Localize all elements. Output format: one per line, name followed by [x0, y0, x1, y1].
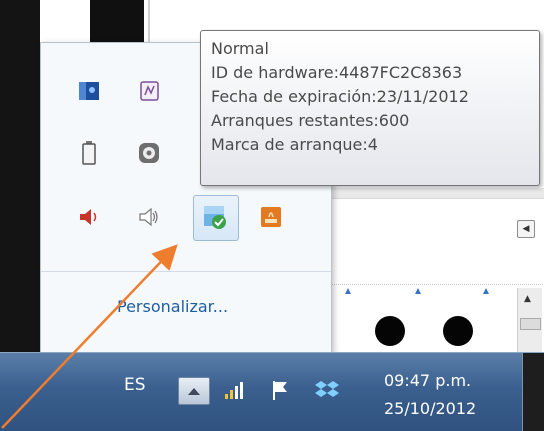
blue-app-icon[interactable] [75, 77, 103, 105]
language-indicator[interactable]: ES [124, 375, 146, 395]
tooltip-hardware-id: ID de hardware:4487FC2C8363 [211, 63, 463, 82]
panel-separator [41, 271, 331, 272]
dark-window-edge [0, 0, 40, 352]
show-desktop-button[interactable] [522, 353, 544, 431]
clock-date[interactable]: 25/10/2012 [384, 399, 476, 418]
scrollbar-thumb[interactable] [520, 318, 541, 330]
action-center-flag-icon[interactable] [268, 377, 294, 403]
speaker-gray-icon[interactable] [135, 203, 163, 231]
tooltip-remaining-boots: Arranques restantes:600 [211, 111, 410, 130]
tooltip-boot-mark: Marca de arranque:4 [211, 135, 378, 154]
gear-app-icon[interactable] [135, 139, 163, 167]
scroll-up-icon[interactable]: ▲ [524, 294, 531, 304]
tooltip-expiration-date: Fecha de expiración:23/11/2012 [211, 87, 469, 106]
dropbox-icon[interactable] [314, 377, 340, 403]
tooltip-status: Normal [211, 39, 269, 58]
ruler-markers [331, 284, 544, 299]
ruler-marker [345, 288, 351, 294]
clock-time[interactable]: 09:47 p.m. [384, 371, 471, 390]
background-document-window: ◀ ▲ [330, 188, 544, 352]
window-divider-line [331, 198, 544, 199]
chevron-up-icon [188, 388, 200, 395]
shield-check-app-icon[interactable] [201, 203, 229, 231]
orange-app-icon[interactable] [257, 203, 285, 231]
window-toolbar-strip [331, 188, 544, 198]
vertical-scrollbar[interactable]: ▲ [517, 288, 542, 352]
scroll-left-button[interactable]: ◀ [517, 220, 535, 238]
black-dot-shape [375, 316, 405, 346]
dark-window-fragment [90, 0, 144, 42]
show-hidden-icons-button[interactable] [178, 377, 210, 405]
speaker-red-icon[interactable] [75, 203, 103, 231]
battery-icon[interactable] [75, 139, 103, 167]
black-dot-shape [443, 316, 473, 346]
network-signal-icon[interactable] [222, 377, 248, 403]
tray-icon-tooltip: Normal ID de hardware:4487FC2C8363 Fecha… [200, 30, 540, 186]
customize-link[interactable]: Personalizar... [117, 297, 228, 316]
ruler-marker [483, 288, 489, 294]
notes-app-icon[interactable] [135, 77, 163, 105]
window-divider [148, 0, 150, 42]
taskbar: ES 09:47 p.m. 25/10/2012 [0, 352, 544, 431]
ruler-marker [415, 288, 421, 294]
